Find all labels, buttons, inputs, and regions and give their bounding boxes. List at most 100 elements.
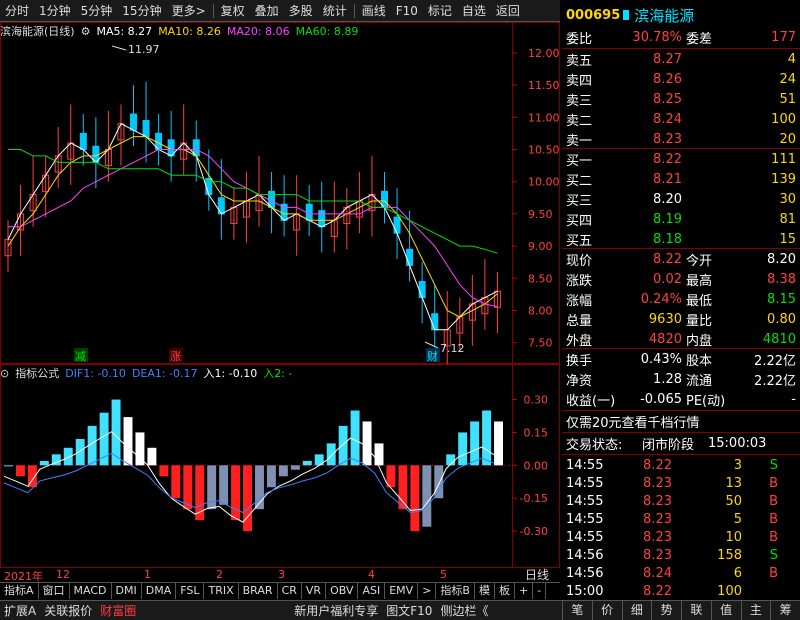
status-item[interactable]: 侧边栏《: [436, 602, 492, 619]
tick-price: 8.23: [643, 476, 672, 491]
toolbar-item[interactable]: 多股: [284, 0, 318, 22]
indicator-tab[interactable]: MACD: [70, 583, 112, 599]
tick-vol: 100: [717, 584, 742, 599]
right-tab[interactable]: 筹: [770, 601, 800, 620]
tick-time: 14:56: [566, 548, 604, 563]
right-tab[interactable]: 联: [681, 601, 711, 620]
toolbar-item[interactable]: 分时: [0, 0, 34, 22]
tick-vol: 10: [725, 530, 742, 545]
sell-price: 8.26: [653, 72, 682, 87]
tick-dir: B: [769, 494, 778, 509]
indicator-tab[interactable]: >: [418, 583, 437, 599]
status-item[interactable]: 新用户福利专享: [290, 602, 382, 619]
stock-code: 000695: [566, 7, 621, 23]
indicator-tab[interactable]: FSL: [176, 583, 205, 599]
tick-price: 8.23: [643, 512, 672, 527]
indicator-tab[interactable]: BRAR: [239, 583, 278, 599]
indicator-tab[interactable]: VR: [302, 583, 327, 599]
toolbar-item[interactable]: 叠加: [250, 0, 284, 22]
panel-divider: [562, 248, 800, 249]
buy-label: 买三: [566, 194, 593, 209]
tick-row: 14:55 8.22 3 S: [562, 456, 800, 475]
sell-label: 卖二: [566, 114, 593, 129]
trade-status-label: 交易状态:: [566, 438, 623, 453]
fund-label: 收益(一): [566, 394, 616, 409]
quote-label2: 最高: [686, 274, 713, 289]
right-tab[interactable]: 值: [710, 601, 741, 620]
trade-time: 15:00:03: [708, 436, 767, 451]
ma5-line: [7, 123, 498, 331]
indicator-bar: [123, 417, 133, 466]
toolbar-item[interactable]: 5分钟: [76, 0, 118, 22]
sell-price: 8.27: [653, 52, 682, 67]
tick-row: 14:55 8.23 13 B: [562, 474, 800, 493]
status-item[interactable]: 财富圈: [96, 602, 140, 619]
indicator-chart[interactable]: 0.30 0.15 0.00 -0.15 -0.30: [0, 364, 560, 568]
toolbar-item[interactable]: 更多>: [167, 0, 211, 22]
tick-time: 14:55: [566, 530, 604, 545]
indicator-tab[interactable]: 板: [495, 583, 515, 599]
indicator-tab[interactable]: DMI: [112, 583, 142, 599]
toolbar-item[interactable]: 标记: [423, 0, 457, 22]
toolbar-item[interactable]: 15分钟: [117, 0, 166, 22]
indicator-tab[interactable]: 模: [475, 583, 495, 599]
candle-body: [431, 313, 439, 331]
period-label[interactable]: 日线: [514, 566, 560, 582]
indicator-tab[interactable]: 窗口: [39, 583, 70, 599]
tick-time: 14:55: [566, 458, 604, 473]
weicha-value: 177: [771, 30, 796, 45]
sell-price: 8.23: [653, 132, 682, 147]
right-tab[interactable]: 细: [621, 601, 652, 620]
buy-price: 8.19: [653, 212, 682, 227]
toolbar-item[interactable]: F10: [391, 0, 423, 22]
tick-vol: 13: [725, 476, 742, 491]
indicator-bar: [350, 410, 360, 466]
price-chart[interactable]: 12.00 11.50 11.00 10.50 10.00 9.50 9.00 8.50 8.0…: [0, 22, 560, 364]
buy-vol: 81: [779, 212, 796, 227]
indicator-tab[interactable]: CR: [278, 583, 302, 599]
indicator-tab[interactable]: 指标B: [436, 583, 475, 599]
toolbar-item[interactable]: 1分钟: [34, 0, 76, 22]
indicator-tab[interactable]: EMV: [385, 583, 419, 599]
indicator-tab[interactable]: -: [533, 583, 547, 599]
tick-dir: S: [769, 458, 778, 473]
right-tab[interactable]: 价: [591, 601, 622, 620]
indicator-bar: [183, 465, 193, 510]
panel-divider: [562, 348, 800, 349]
toolbar-item[interactable]: 统计: [318, 0, 352, 22]
indicator-bar: [470, 421, 480, 466]
indicator-bar: [326, 443, 336, 466]
fund-value: 0.43%: [640, 352, 682, 367]
buy-vol: 139: [771, 172, 796, 187]
price-tick-label: 9.00: [528, 240, 553, 253]
status-item[interactable]: 关联报价: [40, 602, 96, 619]
right-tab[interactable]: 笔: [562, 601, 592, 620]
right-tab[interactable]: 主: [740, 601, 771, 620]
toolbar-item[interactable]: 自选: [457, 0, 491, 22]
tick-price: 8.23: [643, 494, 672, 509]
indicator-tab[interactable]: ASI: [358, 583, 386, 599]
sell-row: 卖五 8.27 4: [562, 50, 800, 69]
fund-row: 换手 0.43% 股本 2.22亿: [562, 350, 800, 369]
toolbar-item[interactable]: 复权: [216, 0, 250, 22]
indicator-tab[interactable]: TRIX: [204, 583, 239, 599]
indicator-tab[interactable]: DMA: [142, 583, 177, 599]
indicator-tab[interactable]: 指标A: [0, 583, 39, 599]
toolbar-item[interactable]: 画线: [357, 0, 391, 22]
quote-value: 0.24%: [640, 292, 682, 307]
tick-dir: B: [769, 530, 778, 545]
quote-label: 现价: [566, 254, 593, 269]
indicator-tab[interactable]: +: [515, 583, 534, 599]
indicator-bar: [171, 465, 181, 499]
right-tab[interactable]: 势: [651, 601, 681, 620]
indicator-bar: [434, 465, 444, 499]
status-item[interactable]: 图文F10: [382, 602, 436, 619]
sell-row: 卖三 8.25 51: [562, 90, 800, 109]
indicator-tab[interactable]: OBV: [326, 583, 359, 599]
fund-row: 收益(一) -0.065 PE(动) -: [562, 390, 800, 409]
indicator-bar: [362, 421, 372, 466]
right-panel-tabs: 笔价细势联值主筹: [562, 601, 800, 620]
status-item[interactable]: 扩展A: [0, 602, 40, 619]
promo-row[interactable]: 仅需20元查看千档行情: [562, 412, 800, 431]
toolbar-item[interactable]: 返回: [491, 0, 525, 22]
